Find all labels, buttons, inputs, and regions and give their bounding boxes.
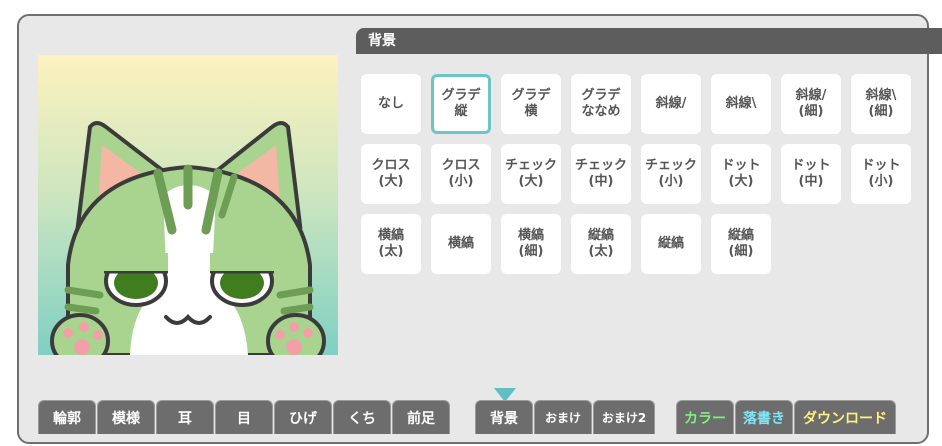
background-option[interactable]: 横縞 (太) bbox=[361, 214, 421, 274]
background-option[interactable]: 斜線/ (細) bbox=[781, 74, 841, 134]
background-option[interactable]: グラデ 横 bbox=[501, 74, 561, 134]
tab-12[interactable]: 落書き bbox=[735, 400, 793, 434]
cat-illustration bbox=[50, 121, 326, 355]
background-option[interactable]: チェック (小) bbox=[641, 144, 701, 204]
background-option[interactable]: チェック (大) bbox=[501, 144, 561, 204]
background-option[interactable]: 斜線\ (細) bbox=[851, 74, 911, 134]
tab-11[interactable]: カラー bbox=[676, 400, 734, 434]
background-option[interactable]: グラデ 縦 bbox=[431, 74, 491, 134]
tab-2[interactable]: 模様 bbox=[97, 400, 155, 434]
tab-10[interactable]: おまけ2 bbox=[593, 400, 655, 434]
background-option[interactable]: 斜線\ bbox=[711, 74, 771, 134]
tab-4[interactable]: 目 bbox=[215, 400, 273, 434]
tab-3[interactable]: 耳 bbox=[156, 400, 214, 434]
tab-9[interactable]: おまけ bbox=[534, 400, 592, 434]
background-option[interactable]: 横縞 (細) bbox=[501, 214, 561, 274]
tab-7[interactable]: 前足 bbox=[392, 400, 450, 434]
background-option[interactable]: ドット (大) bbox=[711, 144, 771, 204]
background-option[interactable]: グラデ ななめ bbox=[571, 74, 631, 134]
tab-13[interactable]: ダウンロード bbox=[794, 400, 896, 434]
background-option[interactable]: 斜線/ bbox=[641, 74, 701, 134]
background-option[interactable]: ドット (小) bbox=[851, 144, 911, 204]
background-option[interactable]: ドット (中) bbox=[781, 144, 841, 204]
background-option[interactable]: 横縞 bbox=[431, 214, 491, 274]
panel-title: 背景 bbox=[356, 28, 942, 54]
background-option[interactable]: なし bbox=[361, 74, 421, 134]
tab-1[interactable]: 輪郭 bbox=[38, 400, 96, 434]
background-option[interactable]: 縦縞 (細) bbox=[711, 214, 771, 274]
background-option[interactable]: 縦縞 (太) bbox=[571, 214, 631, 274]
cat-preview bbox=[38, 55, 338, 355]
background-option[interactable]: クロス (大) bbox=[361, 144, 421, 204]
background-option[interactable]: チェック (中) bbox=[571, 144, 631, 204]
background-option[interactable]: クロス (小) bbox=[431, 144, 491, 204]
tab-5[interactable]: ひげ bbox=[274, 400, 332, 434]
background-option[interactable]: 縦縞 bbox=[641, 214, 701, 274]
tab-8[interactable]: 背景 bbox=[475, 400, 533, 434]
tab-6[interactable]: くち bbox=[333, 400, 391, 434]
